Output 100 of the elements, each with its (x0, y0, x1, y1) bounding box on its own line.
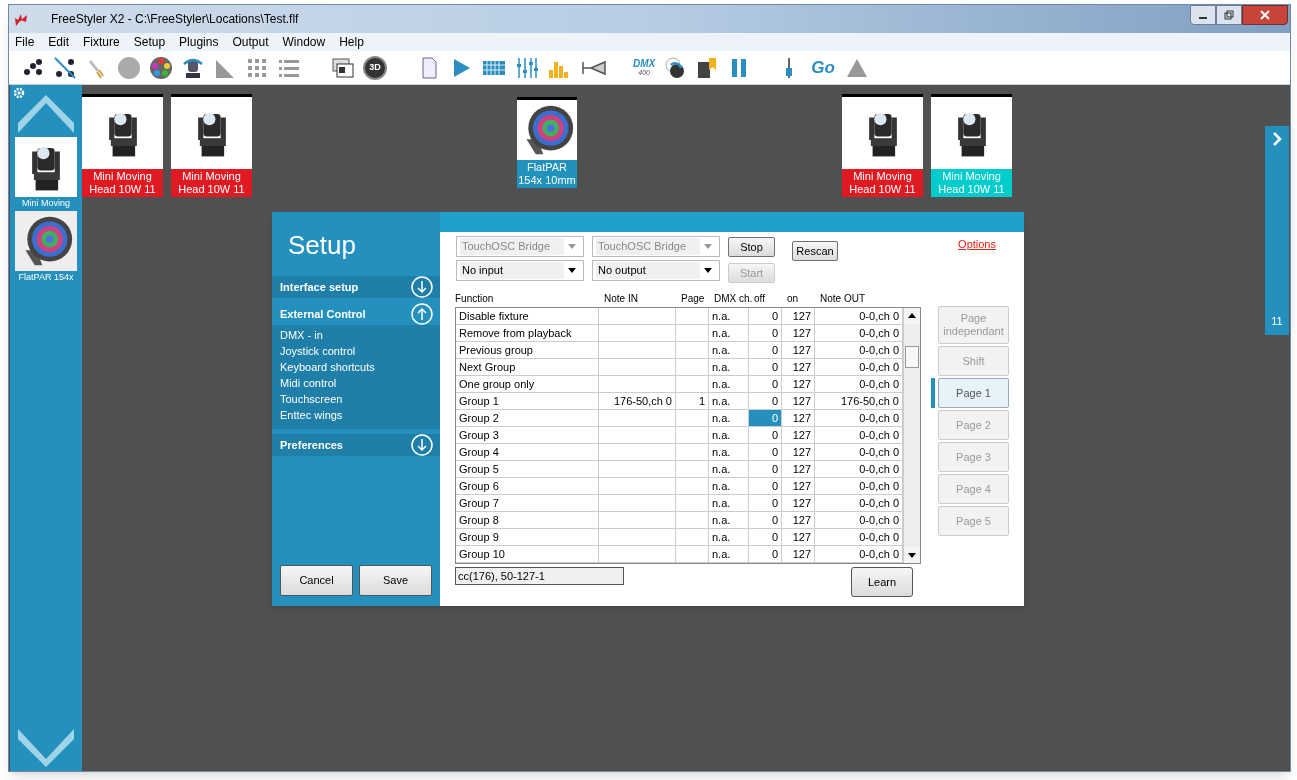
table-cell[interactable]: n.a. (709, 461, 749, 477)
menu-item[interactable]: Edit (48, 33, 70, 51)
table-cell[interactable]: 0 (749, 393, 782, 409)
table-cell[interactable]: 127 (782, 546, 815, 562)
table-cell[interactable]: n.a. (709, 495, 749, 511)
table-cell[interactable]: n.a. (709, 478, 749, 494)
table-cell[interactable]: n.a. (709, 325, 749, 341)
gobo-icon[interactable] (117, 55, 141, 80)
section-item[interactable]: Keyboard shortcuts (280, 359, 440, 375)
table-cell[interactable]: Group 9 (456, 529, 599, 545)
section-item[interactable]: Enttec wings (280, 407, 440, 423)
table-cell[interactable]: 0 (749, 546, 782, 562)
table-cell[interactable]: n.a. (709, 308, 749, 324)
faders-icon[interactable] (515, 55, 539, 80)
table-cell[interactable]: 176-50,ch 0 (599, 393, 676, 409)
table-cell[interactable]: Next Group (456, 359, 599, 375)
color-wheel-icon[interactable] (149, 55, 173, 80)
table-cell[interactable]: 127 (782, 427, 815, 443)
table-cell[interactable]: Group 5 (456, 461, 599, 477)
table-cell[interactable]: Group 7 (456, 495, 599, 511)
section-item[interactable]: Midi control (280, 375, 440, 391)
output-port-dropdown[interactable]: No output (592, 260, 720, 281)
menu-item[interactable]: Window (282, 33, 326, 51)
table-cell[interactable]: Remove from playback (456, 325, 599, 341)
table-cell[interactable]: 127 (782, 393, 815, 409)
section-item[interactable]: Touchscreen (280, 391, 440, 407)
table-cell[interactable]: 0 (749, 376, 782, 392)
table-cell[interactable]: n.a. (709, 427, 749, 443)
table-cell[interactable]: n.a. (709, 376, 749, 392)
stop-button[interactable]: Stop (728, 237, 775, 257)
table-cell[interactable]: 0 (749, 444, 782, 460)
side-panel-tab[interactable]: 11 (1265, 126, 1289, 335)
restore-button[interactable] (1216, 5, 1242, 25)
table-cell[interactable]: n.a. (709, 546, 749, 562)
scrollbar[interactable] (903, 308, 920, 563)
table-cell[interactable]: 127 (782, 376, 815, 392)
scroll-down-icon[interactable] (16, 727, 76, 767)
menu-item[interactable]: File (15, 33, 35, 51)
page-button[interactable]: Page 1 (938, 378, 1009, 408)
table-cell[interactable]: 0 (749, 478, 782, 494)
table-cell[interactable]: 127 (782, 478, 815, 494)
table-cell[interactable]: 127 (782, 444, 815, 460)
table-cell[interactable]: Group 2 (456, 410, 599, 426)
table-cell[interactable]: Group 4 (456, 444, 599, 460)
section-header[interactable]: Interface setup (272, 276, 440, 298)
options-link[interactable]: Options (958, 236, 996, 283)
menu-item[interactable]: Setup (133, 33, 166, 51)
rescan-button[interactable]: Rescan (792, 241, 838, 262)
table-cell[interactable]: Group 8 (456, 512, 599, 528)
table-cell[interactable]: 127 (782, 529, 815, 545)
table-cell[interactable]: 0 (749, 495, 782, 511)
expand-icon[interactable] (411, 434, 433, 456)
table-cell[interactable]: Group 10 (456, 546, 599, 562)
section-item[interactable]: Joystick control (280, 343, 440, 359)
minimize-button[interactable] (1190, 5, 1216, 25)
table-cell[interactable]: n.a. (709, 444, 749, 460)
collapse-icon[interactable] (411, 303, 433, 325)
windows-icon[interactable] (331, 55, 355, 80)
table-cell[interactable]: 127 (782, 325, 815, 341)
table-cell[interactable]: 0 (749, 461, 782, 477)
table-cell[interactable]: 127 (782, 410, 815, 426)
table-cell[interactable]: 0 (749, 342, 782, 358)
table-cell[interactable]: 0 (749, 427, 782, 443)
menu-item[interactable]: Plugins (179, 33, 219, 51)
table-cell[interactable]: 0 (749, 308, 782, 324)
fixtures-crossed-icon[interactable] (53, 55, 77, 80)
table-cell[interactable]: 127 (782, 359, 815, 375)
table-cell[interactable]: 0 (749, 359, 782, 375)
menu-item[interactable]: Output (232, 33, 269, 51)
section-header[interactable]: Preferences (272, 434, 440, 456)
table-cell[interactable]: Group 1 (456, 393, 599, 409)
table-cell[interactable]: 127 (782, 461, 815, 477)
save-button[interactable]: Save (359, 565, 432, 596)
scroll-thumb[interactable] (905, 346, 919, 368)
table-cell[interactable]: 127 (782, 308, 815, 324)
3d-view-button[interactable]: 3D (363, 55, 387, 80)
table-cell[interactable]: Disable fixture (456, 308, 599, 324)
input-port-dropdown[interactable]: No input (456, 260, 584, 281)
settings-icon[interactable] (13, 87, 25, 99)
table-cell[interactable]: 1 (676, 393, 709, 409)
menu-item[interactable]: Fixture (83, 33, 120, 51)
scroll-up-icon[interactable] (16, 95, 76, 135)
table-cell[interactable]: n.a. (709, 529, 749, 545)
table-cell[interactable]: One group only (456, 376, 599, 392)
section-item[interactable]: DMX - in (280, 327, 440, 343)
table-cell[interactable]: Group 6 (456, 478, 599, 494)
close-button[interactable] (1242, 5, 1288, 25)
table-cell[interactable]: 0 (749, 529, 782, 545)
table-cell[interactable]: n.a. (709, 342, 749, 358)
table-cell[interactable]: n.a. (709, 359, 749, 375)
table-cell[interactable]: 0 (749, 512, 782, 528)
table-cell[interactable]: Previous group (456, 342, 599, 358)
cancel-button[interactable]: Cancel (280, 565, 353, 596)
learn-button[interactable]: Learn (851, 567, 913, 597)
expand-icon[interactable] (411, 276, 433, 298)
table-cell[interactable]: 127 (782, 495, 815, 511)
table-cell[interactable]: n.a. (709, 393, 749, 409)
table-cell[interactable]: Group 3 (456, 427, 599, 443)
table-cell[interactable]: 0 (749, 410, 782, 426)
table-cell[interactable]: 127 (782, 512, 815, 528)
